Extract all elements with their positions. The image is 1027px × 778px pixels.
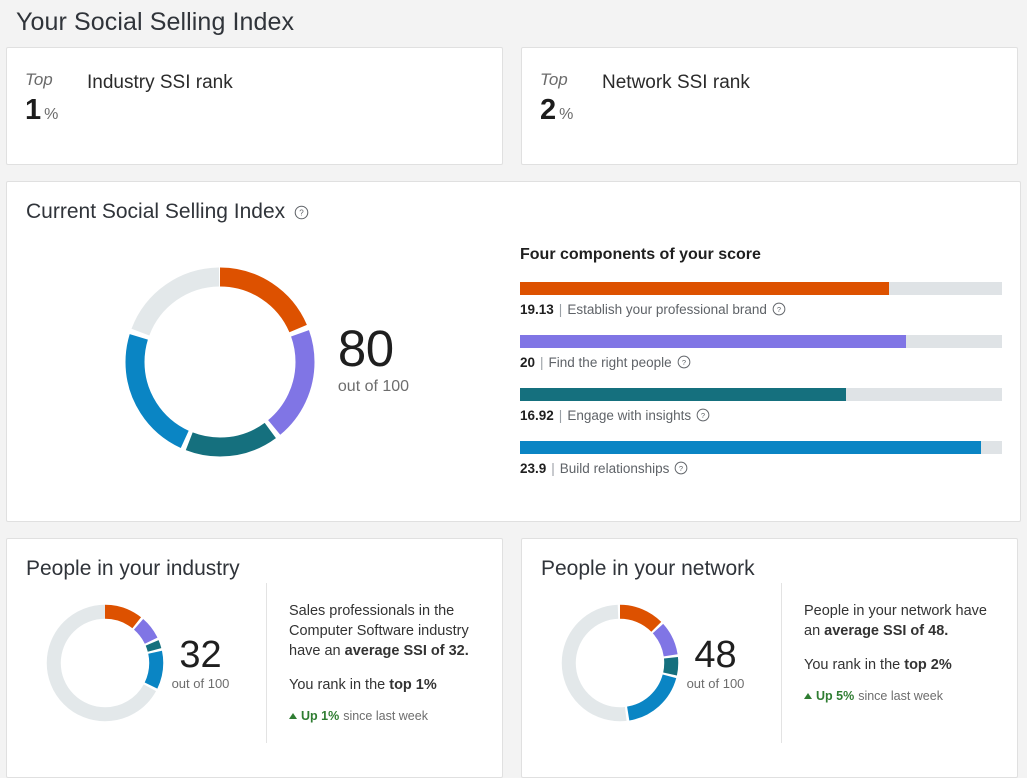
network-rank-percent-symbol: % bbox=[559, 106, 573, 124]
svg-text:?: ? bbox=[777, 305, 781, 314]
svg-text:?: ? bbox=[299, 208, 304, 217]
current-ssi-card: Current Social Selling Index ? bbox=[6, 181, 1021, 522]
component-bar-track bbox=[520, 335, 1002, 348]
component-bar-fill bbox=[520, 282, 889, 295]
network-score-block: 48 out of 100 bbox=[687, 635, 745, 691]
network-delta-rest: since last week bbox=[858, 689, 943, 703]
question-circle-icon[interactable]: ? bbox=[772, 302, 787, 317]
svg-text:?: ? bbox=[701, 411, 705, 420]
network-delta-strong: Up 5% bbox=[816, 689, 854, 703]
network-score-sublabel: out of 100 bbox=[687, 676, 745, 691]
industry-rank-label: Industry SSI rank bbox=[87, 70, 233, 126]
ssi-dashboard: Your Social Selling Index Top 1 % Indust… bbox=[0, 0, 1027, 778]
ssi-donut-svg bbox=[120, 262, 320, 462]
component-separator: | bbox=[559, 408, 563, 423]
question-circle-icon[interactable]: ? bbox=[294, 205, 309, 220]
component-score: 23.9 bbox=[520, 461, 546, 476]
industry-delta: Up 1% since last week bbox=[289, 709, 486, 723]
industry-donut-svg bbox=[44, 602, 166, 724]
component-bar-fill bbox=[520, 441, 981, 454]
network-score-number: 48 bbox=[687, 635, 745, 675]
industry-rank-text-pre: You rank in the bbox=[289, 677, 389, 693]
network-rank-label: Network SSI rank bbox=[602, 70, 750, 126]
triangle-up-icon bbox=[289, 713, 297, 719]
component-separator: | bbox=[559, 302, 563, 317]
network-rank-top-word: Top bbox=[540, 70, 602, 90]
industry-rank-number: 1 bbox=[25, 94, 41, 126]
question-circle-icon[interactable]: ? bbox=[674, 461, 689, 476]
industry-rank-top-word: Top bbox=[25, 70, 87, 90]
people-in-your-network-card: People in your network 48 bbox=[521, 538, 1018, 778]
industry-donut-chart: 32 out of 100 bbox=[7, 583, 267, 743]
network-card-text: People in your network have an average S… bbox=[782, 587, 1017, 756]
component-name: Engage with insights bbox=[567, 408, 691, 423]
network-delta: Up 5% since last week bbox=[804, 689, 1001, 703]
industry-delta-rest: since last week bbox=[343, 709, 428, 723]
svg-text:?: ? bbox=[679, 464, 683, 473]
industry-rank-percent-symbol: % bbox=[44, 106, 58, 124]
svg-text:?: ? bbox=[682, 358, 686, 367]
ssi-donut-chart: 80 out of 100 bbox=[7, 230, 512, 494]
industry-rank-value-group: Top 1 % bbox=[25, 70, 87, 126]
industry-card-text: Sales professionals in the Computer Soft… bbox=[267, 587, 502, 756]
component-build-relationships: 23.9 | Build relationships ? bbox=[520, 441, 1002, 476]
triangle-up-icon bbox=[804, 693, 812, 699]
component-score: 19.13 bbox=[520, 302, 554, 317]
component-bar-track bbox=[520, 441, 1002, 454]
component-bar-track bbox=[520, 388, 1002, 401]
ssi-score-number: 80 bbox=[338, 322, 409, 376]
network-donut-svg bbox=[559, 602, 681, 724]
component-establish-brand: 19.13 | Establish your professional bran… bbox=[520, 282, 1002, 317]
page-title: Your Social Selling Index bbox=[6, 0, 1021, 47]
industry-score-sublabel: out of 100 bbox=[172, 676, 230, 691]
component-separator: | bbox=[551, 461, 555, 476]
industry-score-number: 32 bbox=[172, 635, 230, 675]
rank-card-row: Top 1 % Industry SSI rank Top 2 % bbox=[6, 47, 1021, 165]
component-separator: | bbox=[540, 355, 544, 370]
component-name: Build relationships bbox=[560, 461, 670, 476]
network-rank-value-group: Top 2 % bbox=[540, 70, 602, 126]
network-ssi-rank-card: Top 2 % Network SSI rank bbox=[521, 47, 1018, 165]
score-components-panel: Four components of your score 19.13 | Es… bbox=[512, 230, 1020, 494]
network-rank-number: 2 bbox=[540, 94, 556, 126]
industry-rank-text-bold: top 1% bbox=[389, 677, 437, 693]
component-bar-fill bbox=[520, 388, 846, 401]
current-ssi-title: Current Social Selling Index bbox=[26, 200, 285, 224]
industry-score-block: 32 out of 100 bbox=[172, 635, 230, 691]
component-find-people: 20 | Find the right people ? bbox=[520, 335, 1002, 370]
component-score: 16.92 bbox=[520, 408, 554, 423]
industry-avg-text-bold: average SSI of 32. bbox=[345, 643, 469, 659]
component-name: Find the right people bbox=[549, 355, 672, 370]
component-engage-insights: 16.92 | Engage with insights ? bbox=[520, 388, 1002, 423]
component-score: 20 bbox=[520, 355, 535, 370]
industry-ssi-rank-card: Top 1 % Industry SSI rank bbox=[6, 47, 503, 165]
industry-card-title: People in your industry bbox=[7, 539, 502, 581]
component-bar-fill bbox=[520, 335, 906, 348]
network-rank-text-bold: top 2% bbox=[904, 657, 952, 673]
people-card-row: People in your industry 32 bbox=[6, 538, 1021, 778]
ssi-score-block: 80 out of 100 bbox=[338, 322, 409, 402]
ssi-score-sublabel: out of 100 bbox=[338, 378, 409, 396]
network-card-title: People in your network bbox=[522, 539, 1017, 581]
network-donut-chart: 48 out of 100 bbox=[522, 583, 782, 743]
question-circle-icon[interactable]: ? bbox=[696, 408, 711, 423]
network-rank-text-pre: You rank in the bbox=[804, 657, 904, 673]
component-bar-track bbox=[520, 282, 1002, 295]
network-avg-text-bold: average SSI of 48. bbox=[824, 623, 948, 639]
component-name: Establish your professional brand bbox=[567, 302, 767, 317]
question-circle-icon[interactable]: ? bbox=[677, 355, 692, 370]
industry-delta-strong: Up 1% bbox=[301, 709, 339, 723]
components-title: Four components of your score bbox=[520, 246, 1002, 264]
people-in-your-industry-card: People in your industry 32 bbox=[6, 538, 503, 778]
